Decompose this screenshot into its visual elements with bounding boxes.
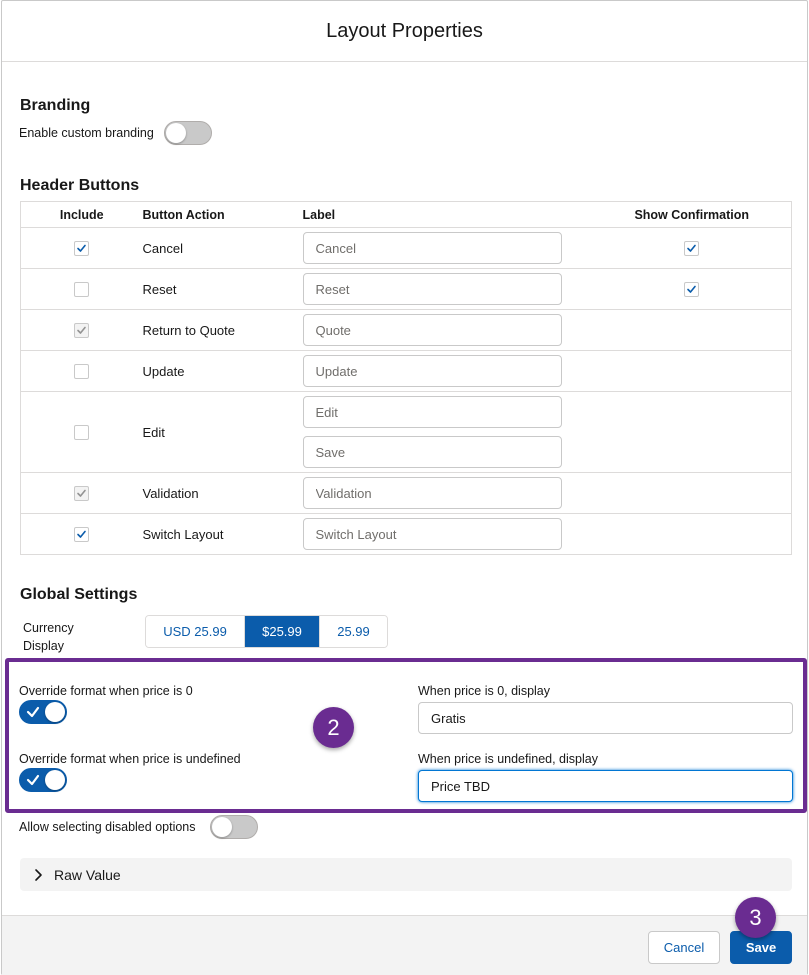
table-row: Cancel	[20, 227, 792, 269]
button-action-cell: Return to Quote	[142, 309, 303, 351]
label-input[interactable]	[302, 518, 562, 550]
show-confirmation-cell	[592, 472, 792, 514]
include-checkbox[interactable]	[74, 527, 90, 543]
step-badge-3: 3	[735, 897, 776, 938]
label-cell	[302, 268, 593, 310]
include-cell	[20, 472, 143, 514]
step-badge-2: 2	[313, 707, 354, 748]
currency-option-dollar[interactable]: $25.99	[245, 616, 320, 647]
include-cell	[20, 513, 143, 555]
check-icon	[687, 285, 697, 293]
global-settings-section-title: Global Settings	[20, 586, 138, 603]
show-confirmation-checkbox[interactable]	[684, 282, 700, 298]
column-header-include: Include	[20, 201, 143, 228]
show-confirmation-checkbox[interactable]	[684, 241, 700, 257]
column-header-label: Label	[302, 201, 593, 228]
table-row: Return to Quote	[20, 309, 792, 351]
show-confirmation-cell	[592, 350, 792, 392]
button-action-cell: Edit	[142, 391, 303, 473]
table-row: Update	[20, 350, 792, 392]
label-cell	[302, 513, 593, 555]
label-input[interactable]	[302, 396, 562, 428]
button-action-cell: Switch Layout	[142, 513, 303, 555]
column-header-show-confirmation: Show Confirmation	[592, 201, 792, 228]
check-icon	[77, 530, 87, 538]
table-row: Switch Layout	[20, 513, 792, 555]
check-icon	[77, 489, 87, 497]
label-cell	[302, 472, 593, 514]
table-row: Edit	[20, 391, 792, 473]
button-action-cell: Reset	[142, 268, 303, 310]
branding-section-title: Branding	[20, 97, 91, 114]
layout-properties-modal: Layout Properties Branding Enable custom…	[1, 0, 808, 975]
table-row: Validation	[20, 472, 792, 514]
check-icon	[77, 244, 87, 252]
include-cell	[20, 268, 143, 310]
include-checkbox	[74, 486, 90, 502]
include-cell	[20, 350, 143, 392]
custom-branding-label: Enable custom branding	[19, 126, 154, 140]
column-header-button-action: Button Action	[142, 201, 303, 228]
show-confirmation-cell	[592, 268, 792, 310]
include-checkbox	[74, 323, 90, 339]
label-input[interactable]	[302, 436, 562, 468]
raw-value-label: Raw Value	[54, 866, 121, 883]
include-cell	[20, 391, 143, 473]
callout-highlight-box	[5, 658, 807, 813]
raw-value-accordion[interactable]: Raw Value	[20, 858, 792, 891]
currency-label-line1: Currency	[23, 621, 74, 635]
currency-label-line2: Display	[23, 639, 64, 653]
include-cell	[20, 309, 143, 351]
allow-disabled-label: Allow selecting disabled options	[19, 820, 196, 834]
label-cell	[302, 350, 593, 392]
button-action-cell: Validation	[142, 472, 303, 514]
currency-option-plain[interactable]: 25.99	[320, 616, 387, 647]
currency-option-usd[interactable]: USD 25.99	[146, 616, 245, 647]
toggle-knob	[166, 123, 186, 143]
modal-footer: Cancel Save	[2, 915, 807, 975]
show-confirmation-cell	[592, 391, 792, 473]
label-cell	[302, 227, 593, 269]
toggle-knob	[212, 817, 232, 837]
button-action-cell: Update	[142, 350, 303, 392]
check-icon	[687, 244, 697, 252]
include-checkbox[interactable]	[74, 425, 90, 441]
show-confirmation-cell	[592, 309, 792, 351]
allow-disabled-toggle[interactable]	[210, 815, 258, 839]
modal-title: Layout Properties	[326, 19, 483, 42]
header-buttons-table: Include Button Action Label Show Confirm…	[20, 201, 792, 555]
include-checkbox[interactable]	[74, 241, 90, 257]
label-input[interactable]	[302, 273, 562, 305]
custom-branding-toggle[interactable]	[164, 121, 212, 145]
label-input[interactable]	[302, 232, 562, 264]
currency-display-segmented: USD 25.99 $25.99 25.99	[145, 615, 388, 648]
label-input[interactable]	[302, 355, 562, 387]
label-input[interactable]	[302, 314, 562, 346]
table-row: Reset	[20, 268, 792, 310]
button-action-cell: Cancel	[142, 227, 303, 269]
chevron-right-icon	[35, 868, 42, 881]
currency-display-label: Currency Display	[23, 619, 74, 655]
include-checkbox[interactable]	[74, 282, 90, 298]
header-buttons-section-title: Header Buttons	[20, 177, 140, 194]
cancel-button[interactable]: Cancel	[648, 931, 720, 964]
label-cell	[302, 309, 593, 351]
show-confirmation-cell	[592, 513, 792, 555]
modal-header: Layout Properties	[2, 1, 807, 62]
show-confirmation-cell	[592, 227, 792, 269]
check-icon	[77, 326, 87, 334]
label-cell	[302, 391, 593, 473]
label-input[interactable]	[302, 477, 562, 509]
include-cell	[20, 227, 143, 269]
include-checkbox[interactable]	[74, 364, 90, 380]
